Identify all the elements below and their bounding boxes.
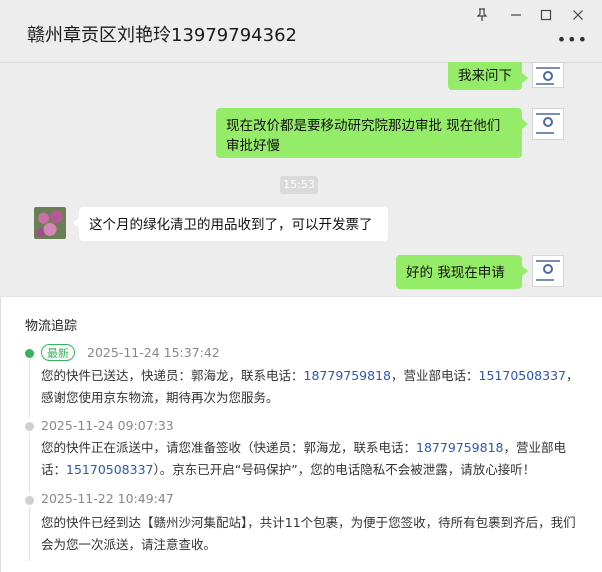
minimize-icon[interactable] (507, 8, 525, 26)
message-bubble-me[interactable]: 好的 我现在申请 (396, 255, 528, 289)
pin-icon[interactable] (473, 8, 491, 26)
message-bubble-me[interactable]: 我来问下 (448, 62, 528, 90)
my-avatar[interactable] (532, 108, 564, 140)
entry-time: 2025-11-24 15:37:42 (87, 345, 220, 360)
message-bubble-other[interactable]: 这个月的绿化清卫的用品收到了，可以开发票了 (73, 207, 388, 241)
courier-phone-link[interactable]: 18779759818 (304, 368, 391, 383)
timeline-dot-active (25, 349, 34, 358)
timeline-line (29, 360, 30, 418)
entry-time: 2025-11-24 09:07:33 (41, 418, 174, 433)
message-text: 我来问下 (458, 68, 512, 84)
logistics-tracking-panel: 物流追踪 最新 2025-11-24 15:37:42 您的快件已送达，快递员：… (0, 296, 602, 572)
office-phone-link[interactable]: 15170508337 (479, 368, 566, 383)
entry-description: 您的快件已送达，快递员：郭海龙，联系电话：18779759818，营业部电话：1… (41, 365, 581, 409)
entry-text: 您的快件已送达，快递员：郭海龙，联系电话： (41, 368, 304, 383)
chat-timestamp: 15:53 (280, 176, 318, 194)
contact-avatar[interactable] (34, 207, 66, 239)
entry-description: 您的快件正在派送中，请您准备签收（快递员：郭海龙，联系电话：1877975981… (41, 437, 581, 481)
my-avatar[interactable] (532, 255, 564, 287)
chat-window: 赣州章贡区刘艳玲13979794362 ••• 我来问下 现在改价都是要移动研究… (0, 0, 602, 296)
maximize-icon[interactable] (537, 8, 555, 26)
latest-badge: 最新 (41, 344, 75, 361)
chat-title: 赣州章贡区刘艳玲13979794362 (27, 25, 297, 46)
chat-header: 赣州章贡区刘艳玲13979794362 ••• (0, 0, 602, 63)
message-text: 现在改价都是要移动研究院那边审批 现在他们审批好慢 (226, 118, 501, 154)
entry-time: 2025-11-22 10:49:47 (41, 491, 174, 506)
message-bubble-me[interactable]: 现在改价都是要移动研究院那边审批 现在他们审批好慢 (216, 108, 528, 158)
message-text: 这个月的绿化清卫的用品收到了，可以开发票了 (89, 217, 373, 233)
timeline-dot (25, 422, 34, 431)
timeline-line (29, 507, 30, 561)
timeline-line (29, 433, 30, 493)
message-text: 好的 我现在申请 (406, 265, 505, 281)
entry-text: 您的快件正在派送中，请您准备签收（快递员：郭海龙，联系电话： (41, 440, 417, 455)
panel-title: 物流追踪 (25, 319, 78, 334)
close-icon[interactable] (569, 8, 587, 26)
office-phone-link[interactable]: 15170508337 (66, 462, 153, 477)
my-avatar[interactable] (532, 62, 564, 88)
entry-text: ，营业部电话： (391, 368, 479, 383)
timeline-dot (25, 496, 34, 505)
more-icon[interactable]: ••• (557, 30, 588, 49)
entry-description: 您的快件已经到达【赣州沙河集配站】，共计11个包裹，为便于您签收，待所有包裹到齐… (41, 515, 576, 552)
courier-phone-link[interactable]: 18779759818 (416, 440, 503, 455)
entry-text: ）。京东已开启“号码保护”，您的电话隐私不会被泄露，请放心接听！ (153, 462, 536, 477)
